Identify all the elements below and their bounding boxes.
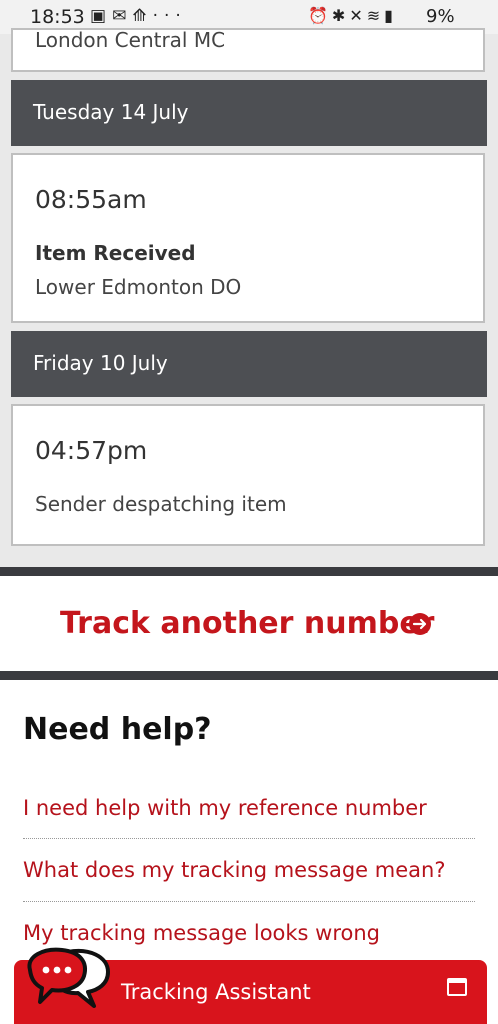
date-label: Friday 10 July — [33, 351, 168, 375]
timeline-card: 04:57pm Sender despatching item — [11, 404, 485, 546]
arrow-circle-icon — [409, 613, 431, 635]
more-icon: ··· — [152, 6, 187, 26]
arrow-icon: ⟰ — [132, 6, 153, 26]
track-another-button[interactable]: Track another number — [0, 576, 498, 671]
date-label: Tuesday 14 July — [33, 100, 189, 124]
date-header: Tuesday 14 July — [11, 80, 487, 146]
signal-icon: ▮ — [384, 6, 397, 25]
event-time: 04:57pm — [35, 436, 148, 465]
chat-bubbles-icon[interactable] — [22, 944, 114, 1014]
window-icon[interactable] — [447, 978, 467, 996]
help-link-message-wrong[interactable]: My tracking message looks wrong — [23, 921, 475, 945]
tracking-timeline: London Central MC Tuesday 14 July 08:55a… — [0, 28, 498, 567]
timeline-card-previous: London Central MC — [11, 28, 485, 72]
status-time: 18:53 — [30, 6, 85, 28]
event-description: Sender despatching item — [35, 492, 287, 516]
help-title: Need help? — [23, 712, 212, 747]
alarm-icon: ⏰ — [308, 6, 332, 25]
section-divider — [0, 671, 498, 680]
mail-icon: ✉ — [112, 6, 133, 26]
date-header: Friday 10 July — [11, 331, 487, 397]
help-link-tracking-message[interactable]: What does my tracking message mean? — [23, 858, 475, 882]
event-status: Item Received — [35, 241, 196, 265]
tracking-assistant-label: Tracking Assistant — [121, 980, 311, 1004]
wifi-icon: ≋ — [366, 6, 385, 25]
battery-level: 9% — [426, 6, 455, 27]
system-icons: ⏰✱✕≋▮ — [308, 6, 397, 25]
event-location: Lower Edmonton DO — [35, 275, 242, 299]
timeline-card: 08:55am Item Received Lower Edmonton DO — [11, 153, 485, 323]
track-another-label: Track another number — [60, 606, 435, 641]
bluetooth-icon: ✱ — [331, 6, 350, 25]
notification-icons: ▣✉⟰··· — [90, 6, 187, 26]
image-icon: ▣ — [90, 6, 113, 26]
link-divider — [23, 901, 475, 902]
link-divider — [23, 838, 475, 839]
event-time: 08:55am — [35, 185, 147, 214]
help-link-reference-number[interactable]: I need help with my reference number — [23, 796, 475, 820]
section-divider — [0, 567, 498, 576]
mute-icon: ✕ — [349, 6, 367, 25]
location-text: London Central MC — [35, 28, 226, 52]
